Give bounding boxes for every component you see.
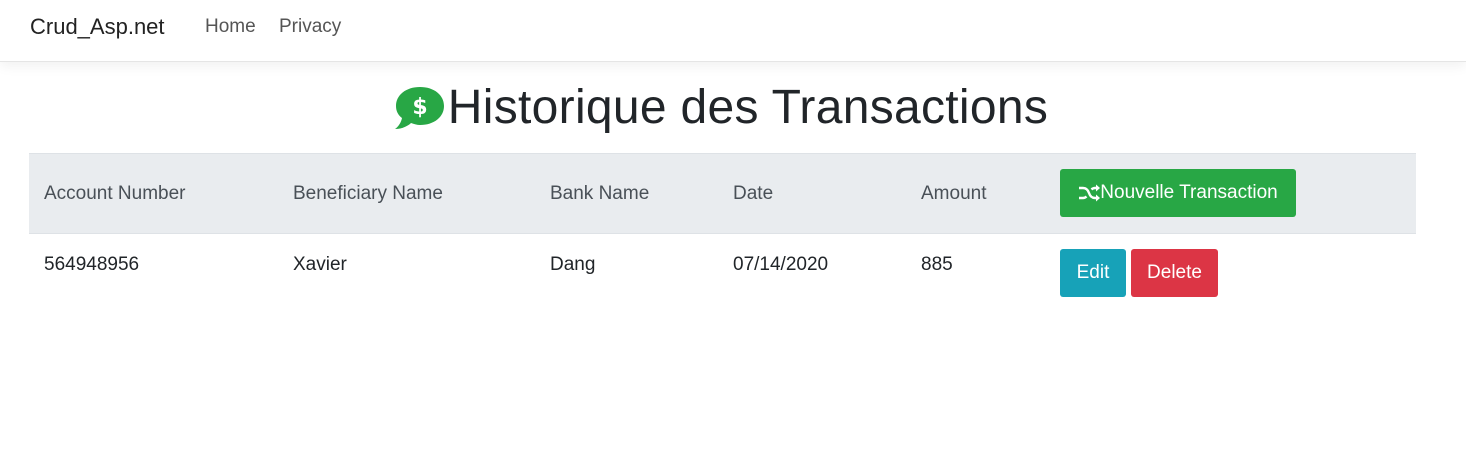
new-transaction-label: Nouvelle Transaction [1100, 182, 1278, 203]
header-account-number: Account Number [29, 153, 278, 234]
header-beneficiary-name: Beneficiary Name [278, 153, 535, 234]
table-row: 564948956 Xavier Dang 07/14/2020 885 Edi… [29, 234, 1416, 297]
header-actions: Nouvelle Transaction [1045, 153, 1416, 234]
transactions-table-container: Account Number Beneficiary Name Bank Nam… [29, 153, 1416, 297]
nav-link-privacy[interactable]: Privacy [279, 16, 341, 38]
new-transaction-button[interactable]: Nouvelle Transaction [1060, 169, 1296, 217]
header-date: Date [718, 153, 906, 234]
cell-account-number: 564948956 [44, 254, 140, 275]
cell-beneficiary-name: Xavier [293, 254, 347, 275]
shuffle-icon [1079, 184, 1101, 202]
cell-date: 07/14/2020 [733, 254, 829, 275]
comment-dollar-icon: $ [394, 86, 444, 129]
page-header: $ Historique des Transactions [0, 80, 1440, 144]
edit-button[interactable]: Edit [1060, 249, 1126, 297]
header-bank-name: Bank Name [535, 153, 718, 234]
header-amount: Amount [906, 153, 1045, 234]
delete-button[interactable]: Delete [1131, 249, 1218, 297]
table-header-row: Account Number Beneficiary Name Bank Nam… [29, 153, 1416, 234]
transactions-table: Account Number Beneficiary Name Bank Nam… [29, 153, 1416, 297]
svg-text:$: $ [412, 95, 427, 120]
cell-actions: Edit Delete [1045, 234, 1416, 297]
cell-bank-name: Dang [550, 254, 596, 275]
page-title: Historique des Transactions [447, 81, 1049, 134]
cell-amount: 885 [921, 254, 953, 275]
navbar: Crud_Asp.net Home Privacy [0, 0, 1466, 62]
nav-link-home[interactable]: Home [205, 16, 256, 38]
brand-link[interactable]: Crud_Asp.net [30, 14, 165, 40]
